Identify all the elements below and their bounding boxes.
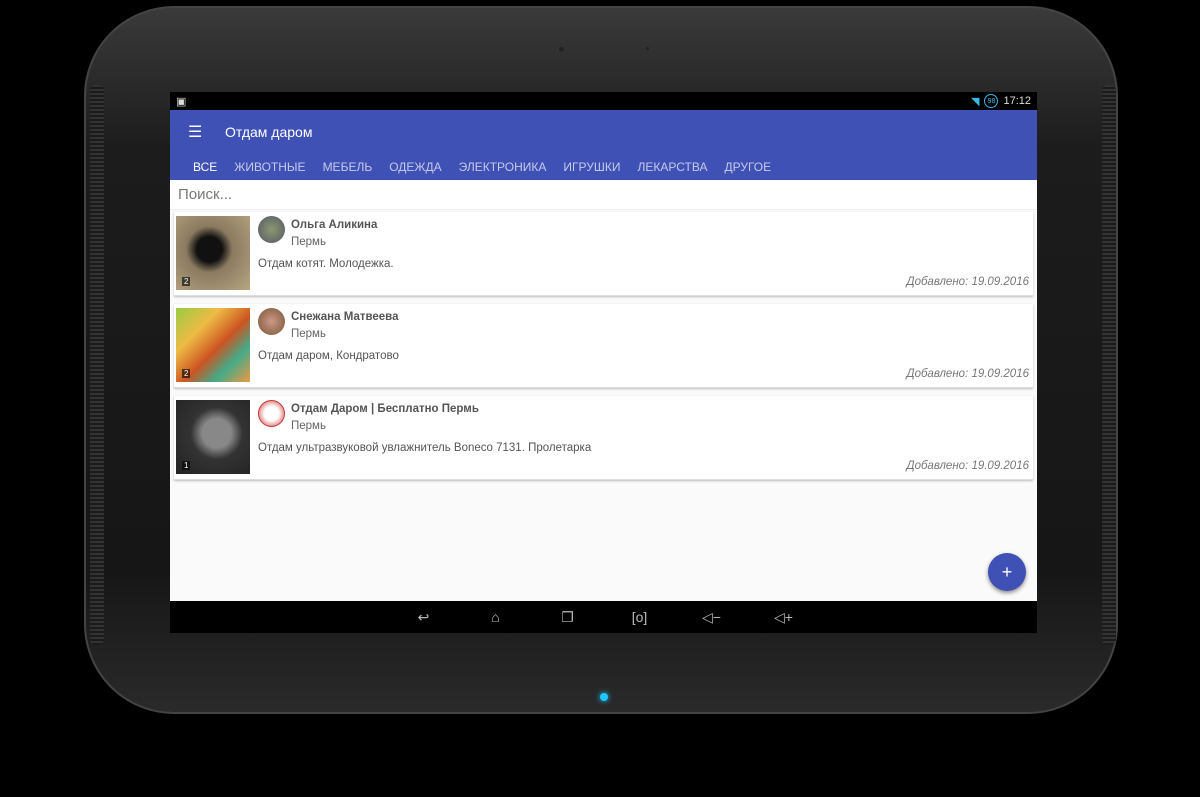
post-date: Добавлено: 19.09.2016 xyxy=(906,276,1029,288)
author-name[interactable]: Отдам Даром | Бесплатно Пермь xyxy=(291,403,479,415)
city: Пермь xyxy=(291,328,326,340)
city: Пермь xyxy=(291,420,326,432)
home-icon[interactable]: ⌂ xyxy=(460,609,532,625)
post-text: Отдам котят. Молодежка. xyxy=(258,258,394,270)
post-date: Добавлено: 19.09.2016 xyxy=(906,368,1029,380)
author-name[interactable]: Ольга Аликина xyxy=(291,219,377,231)
post-text: Отдам ультразвуковой увлажнитель Boneco … xyxy=(258,442,592,454)
volume-up-icon[interactable]: ◁+ xyxy=(748,609,820,626)
status-bar: ▣ ◥ 98 17:12 xyxy=(170,92,1037,110)
tab-medicine[interactable]: ЛЕКАРСТВА xyxy=(638,160,708,174)
photo-count: 1 xyxy=(182,461,191,470)
author-name[interactable]: Снежана Матвеева xyxy=(291,311,399,323)
photo-count: 2 xyxy=(182,369,191,378)
wifi-icon: ◥ xyxy=(971,95,980,108)
tab-furniture[interactable]: МЕБЕЛЬ xyxy=(323,160,373,174)
post-photo[interactable]: 1 xyxy=(176,400,250,474)
tab-all[interactable]: ВСЕ xyxy=(193,160,217,174)
post-date: Добавлено: 19.09.2016 xyxy=(906,460,1029,472)
screenshot-icon[interactable]: [o] xyxy=(604,609,676,625)
tab-animals[interactable]: ЖИВОТНЫЕ xyxy=(234,160,305,174)
search-input[interactable]: Поиск... xyxy=(170,180,1037,210)
app-title: Отдам даром xyxy=(225,124,313,140)
sensor-icon xyxy=(645,46,650,51)
clock: 17:12 xyxy=(1003,95,1031,107)
post-card[interactable]: 2 Снежана Матвеева Пермь Отдам даром, Ко… xyxy=(174,304,1033,388)
avatar xyxy=(258,308,285,335)
image-notification-icon: ▣ xyxy=(176,95,187,108)
back-icon[interactable]: ↩ xyxy=(388,609,460,626)
speaker-grille-right xyxy=(1102,85,1116,645)
camera-icon xyxy=(558,46,565,53)
post-text: Отдам даром, Кондратово xyxy=(258,350,399,362)
post-card[interactable]: 2 Ольга Аликина Пермь Отдам котят. Молод… xyxy=(174,212,1033,296)
photo-count: 2 xyxy=(182,277,191,286)
volume-down-icon[interactable]: ◁− xyxy=(676,609,748,626)
post-card[interactable]: 1 Отдам Даром | Бесплатно Пермь Пермь От… xyxy=(174,396,1033,480)
screen: ▣ ◥ 98 17:12 ☰ Отдам даром ВСЕ ЖИВОТНЫЕ МЕ… xyxy=(170,92,1037,633)
battery-icon: 98 xyxy=(984,94,999,108)
tab-toys[interactable]: ИГРУШКИ xyxy=(563,160,620,174)
hamburger-menu-icon[interactable]: ☰ xyxy=(188,122,225,142)
avatar xyxy=(258,400,285,427)
tab-electronics[interactable]: ЭЛЕКТРОНИКА xyxy=(459,160,547,174)
category-tabs: ВСЕ ЖИВОТНЫЕ МЕБЕЛЬ ОДЕЖДА ЭЛЕКТРОНИКА И… xyxy=(170,154,1037,180)
post-photo[interactable]: 2 xyxy=(176,216,250,290)
tab-other[interactable]: ДРУГОЕ xyxy=(724,160,771,174)
notification-led xyxy=(600,693,608,701)
tab-clothes[interactable]: ОДЕЖДА xyxy=(389,160,441,174)
app-bar: ☰ Отдам даром ВСЕ ЖИВОТНЫЕ МЕБЕЛЬ ОДЕЖДА… xyxy=(170,110,1037,180)
city: Пермь xyxy=(291,236,326,248)
speaker-grille-left xyxy=(90,85,104,645)
add-post-button[interactable]: + xyxy=(988,553,1026,591)
navigation-bar: ↩ ⌂ ❐ [o] ◁− ◁+ xyxy=(170,601,1037,633)
recent-apps-icon[interactable]: ❐ xyxy=(532,609,604,626)
post-photo[interactable]: 2 xyxy=(176,308,250,382)
avatar xyxy=(258,216,285,243)
